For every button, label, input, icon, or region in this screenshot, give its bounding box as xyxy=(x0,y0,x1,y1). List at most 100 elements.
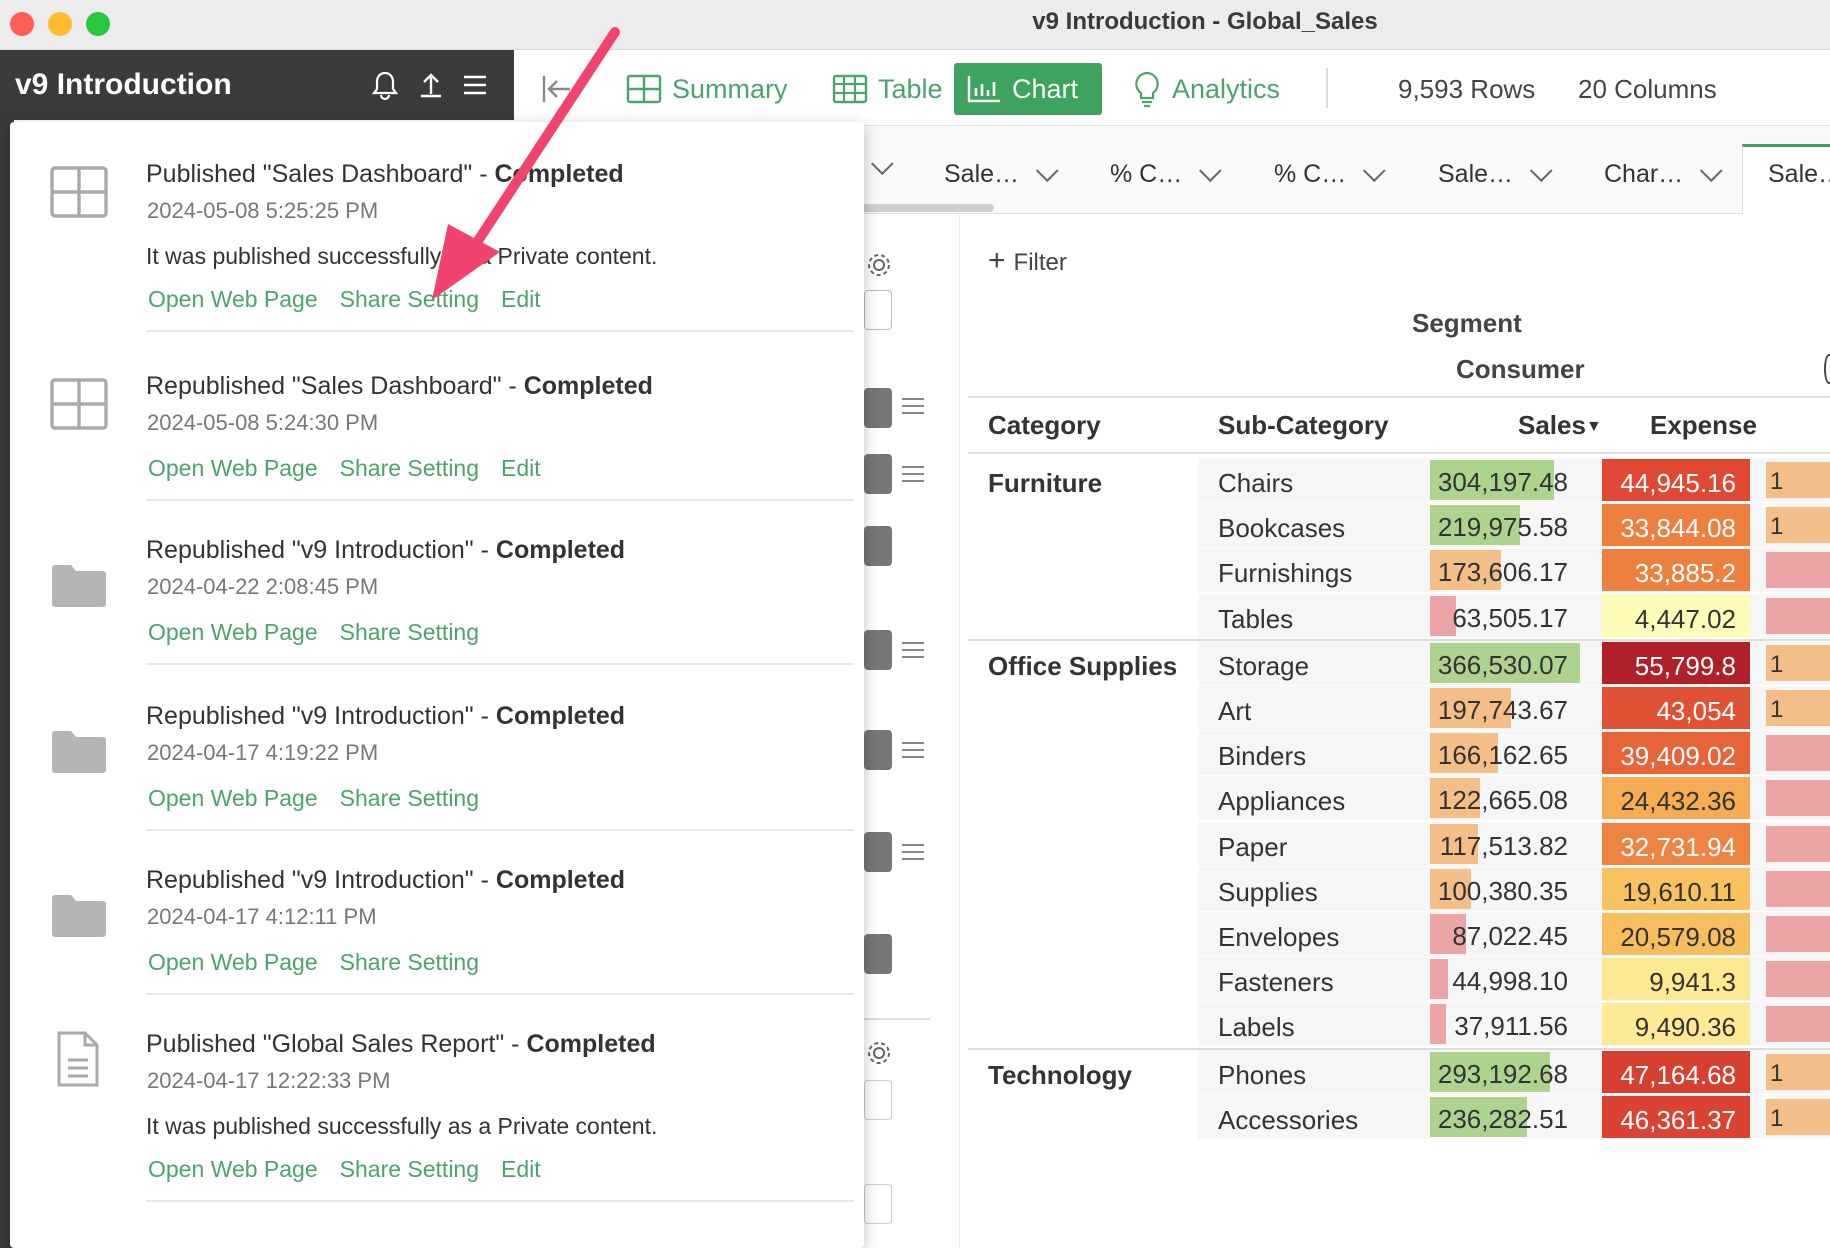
drag-handle-icon[interactable] xyxy=(902,642,924,658)
share-setting-link[interactable]: Share Setting xyxy=(340,785,479,812)
expense-cell[interactable]: 39,409.02 xyxy=(1602,732,1750,775)
sales-cell[interactable]: 122,665.08 xyxy=(1430,776,1580,820)
category-cell[interactable]: Technology xyxy=(988,1060,1132,1091)
next-column-cell[interactable] xyxy=(1766,735,1830,772)
config-input[interactable] xyxy=(864,1080,892,1120)
category-cell[interactable]: Furniture xyxy=(988,468,1102,499)
config-field[interactable] xyxy=(864,630,892,670)
expense-cell[interactable]: 19,610.11 xyxy=(1602,867,1750,910)
next-column-cell[interactable] xyxy=(1766,780,1830,817)
sales-cell[interactable]: 63,505.17 xyxy=(1430,594,1580,638)
share-setting-link[interactable]: Share Setting xyxy=(340,949,479,976)
open-web-page-link[interactable]: Open Web Page xyxy=(148,785,318,812)
next-column-cell[interactable] xyxy=(1766,916,1830,952)
config-field[interactable] xyxy=(864,832,892,872)
project-name[interactable]: v9 Introduction xyxy=(15,68,232,102)
expense-cell[interactable]: 9,941.3 xyxy=(1602,958,1750,1001)
expense-cell[interactable]: 24,432.36 xyxy=(1602,777,1750,820)
next-column-cell[interactable] xyxy=(1766,870,1830,907)
open-web-page-link[interactable]: Open Web Page xyxy=(148,1156,318,1183)
upload-icon[interactable] xyxy=(414,68,448,102)
header-sales[interactable]: Sales▼ xyxy=(1518,410,1602,441)
sales-cell[interactable]: 173,606.17 xyxy=(1430,548,1580,592)
expense-cell[interactable]: 33,885.2 xyxy=(1602,549,1750,592)
column-header[interactable]: Sale… xyxy=(944,158,1059,189)
column-header[interactable]: Sale… xyxy=(1438,158,1553,189)
sales-cell[interactable]: 293,192.68 xyxy=(1430,1050,1580,1094)
config-field[interactable] xyxy=(864,934,892,974)
tab-chart[interactable]: Chart xyxy=(954,63,1102,115)
next-column-cell[interactable] xyxy=(1766,597,1830,634)
gear-icon[interactable] xyxy=(864,250,894,280)
share-setting-link[interactable]: Share Setting xyxy=(340,619,479,646)
drag-handle-icon[interactable] xyxy=(902,398,924,414)
category-cell[interactable]: Office Supplies xyxy=(988,651,1177,682)
expense-cell[interactable]: 46,361.37 xyxy=(1602,1095,1750,1138)
expense-cell[interactable]: 43,054 xyxy=(1602,687,1750,729)
next-column-cell[interactable]: 1 xyxy=(1766,507,1830,544)
config-field[interactable] xyxy=(864,454,892,494)
edit-link[interactable]: Edit xyxy=(501,286,541,313)
config-field[interactable] xyxy=(864,388,892,428)
header-expense[interactable]: Expense xyxy=(1650,410,1757,441)
bell-icon[interactable] xyxy=(368,68,402,102)
menu-icon[interactable] xyxy=(458,68,492,102)
sales-cell[interactable]: 87,022.45 xyxy=(1430,912,1580,956)
next-column-cell[interactable] xyxy=(1766,552,1830,589)
tab-table[interactable]: Table xyxy=(820,63,955,115)
edit-link[interactable]: Edit xyxy=(501,1156,541,1183)
next-column-cell[interactable]: 1 xyxy=(1766,690,1830,726)
add-filter-button[interactable]: + Filter xyxy=(988,244,1067,278)
expense-cell[interactable]: 20,579.08 xyxy=(1602,913,1750,955)
edit-link[interactable]: Edit xyxy=(501,455,541,482)
share-setting-link[interactable]: Share Setting xyxy=(340,455,479,482)
open-web-page-link[interactable]: Open Web Page xyxy=(148,455,318,482)
config-select[interactable] xyxy=(864,290,892,330)
sales-cell[interactable]: 366,530.07 xyxy=(1430,641,1580,685)
next-column-cell[interactable]: 1 xyxy=(1766,1098,1830,1135)
gear-icon[interactable] xyxy=(864,1038,894,1068)
tab-summary[interactable]: Summary xyxy=(614,63,800,115)
column-header[interactable]: % C… xyxy=(1274,158,1386,189)
expense-cell[interactable]: 4,447.02 xyxy=(1602,594,1750,637)
drag-handle-icon[interactable] xyxy=(902,466,924,482)
config-field[interactable] xyxy=(864,730,892,770)
sales-cell[interactable]: 100,380.35 xyxy=(1430,867,1580,911)
next-column-cell[interactable] xyxy=(1766,1006,1830,1043)
expense-cell[interactable]: 33,844.08 xyxy=(1602,504,1750,547)
sales-cell[interactable]: 197,743.67 xyxy=(1430,686,1580,730)
horizontal-scrollbar[interactable] xyxy=(860,204,994,212)
next-column-cell[interactable]: 1 xyxy=(1766,462,1830,498)
expense-cell[interactable]: 47,164.68 xyxy=(1602,1050,1750,1093)
sales-cell[interactable]: 236,282.51 xyxy=(1430,1095,1580,1139)
column-header[interactable]: Sale… xyxy=(1768,160,1830,189)
sales-cell[interactable]: 166,162.65 xyxy=(1430,731,1580,775)
open-web-page-link[interactable]: Open Web Page xyxy=(148,619,318,646)
column-header[interactable]: Char… xyxy=(1604,158,1723,189)
drag-handle-icon[interactable] xyxy=(902,844,924,860)
collapse-sidebar-icon[interactable] xyxy=(540,72,574,106)
config-field[interactable] xyxy=(864,526,892,566)
sales-cell[interactable]: 37,911.56 xyxy=(1430,1002,1580,1046)
open-web-page-link[interactable]: Open Web Page xyxy=(148,286,318,313)
share-setting-link[interactable]: Share Setting xyxy=(340,1156,479,1183)
open-web-page-link[interactable]: Open Web Page xyxy=(148,949,318,976)
header-sub-category[interactable]: Sub-Category xyxy=(1218,410,1388,441)
config-input[interactable] xyxy=(864,1184,892,1224)
tab-analytics[interactable]: Analytics xyxy=(1120,63,1292,115)
expense-cell[interactable]: 32,731.94 xyxy=(1602,822,1750,865)
drag-handle-icon[interactable] xyxy=(902,742,924,758)
expense-cell[interactable]: 44,945.16 xyxy=(1602,459,1750,501)
next-column-cell[interactable] xyxy=(1766,825,1830,862)
sales-cell[interactable]: 117,513.82 xyxy=(1430,822,1580,866)
next-column-cell[interactable] xyxy=(1766,961,1830,998)
sales-cell[interactable]: 219,975.58 xyxy=(1430,503,1580,547)
expense-cell[interactable]: 55,799.8 xyxy=(1602,641,1750,684)
next-column-cell[interactable]: 1 xyxy=(1766,644,1830,681)
header-category[interactable]: Category xyxy=(988,410,1101,441)
sales-cell[interactable]: 44,998.10 xyxy=(1430,957,1580,1001)
column-header-chevron[interactable] xyxy=(870,152,894,176)
sales-cell[interactable]: 304,197.48 xyxy=(1430,458,1580,502)
sort-desc-icon[interactable]: ▼ xyxy=(1586,418,1602,435)
expense-cell[interactable]: 9,490.36 xyxy=(1602,1003,1750,1046)
